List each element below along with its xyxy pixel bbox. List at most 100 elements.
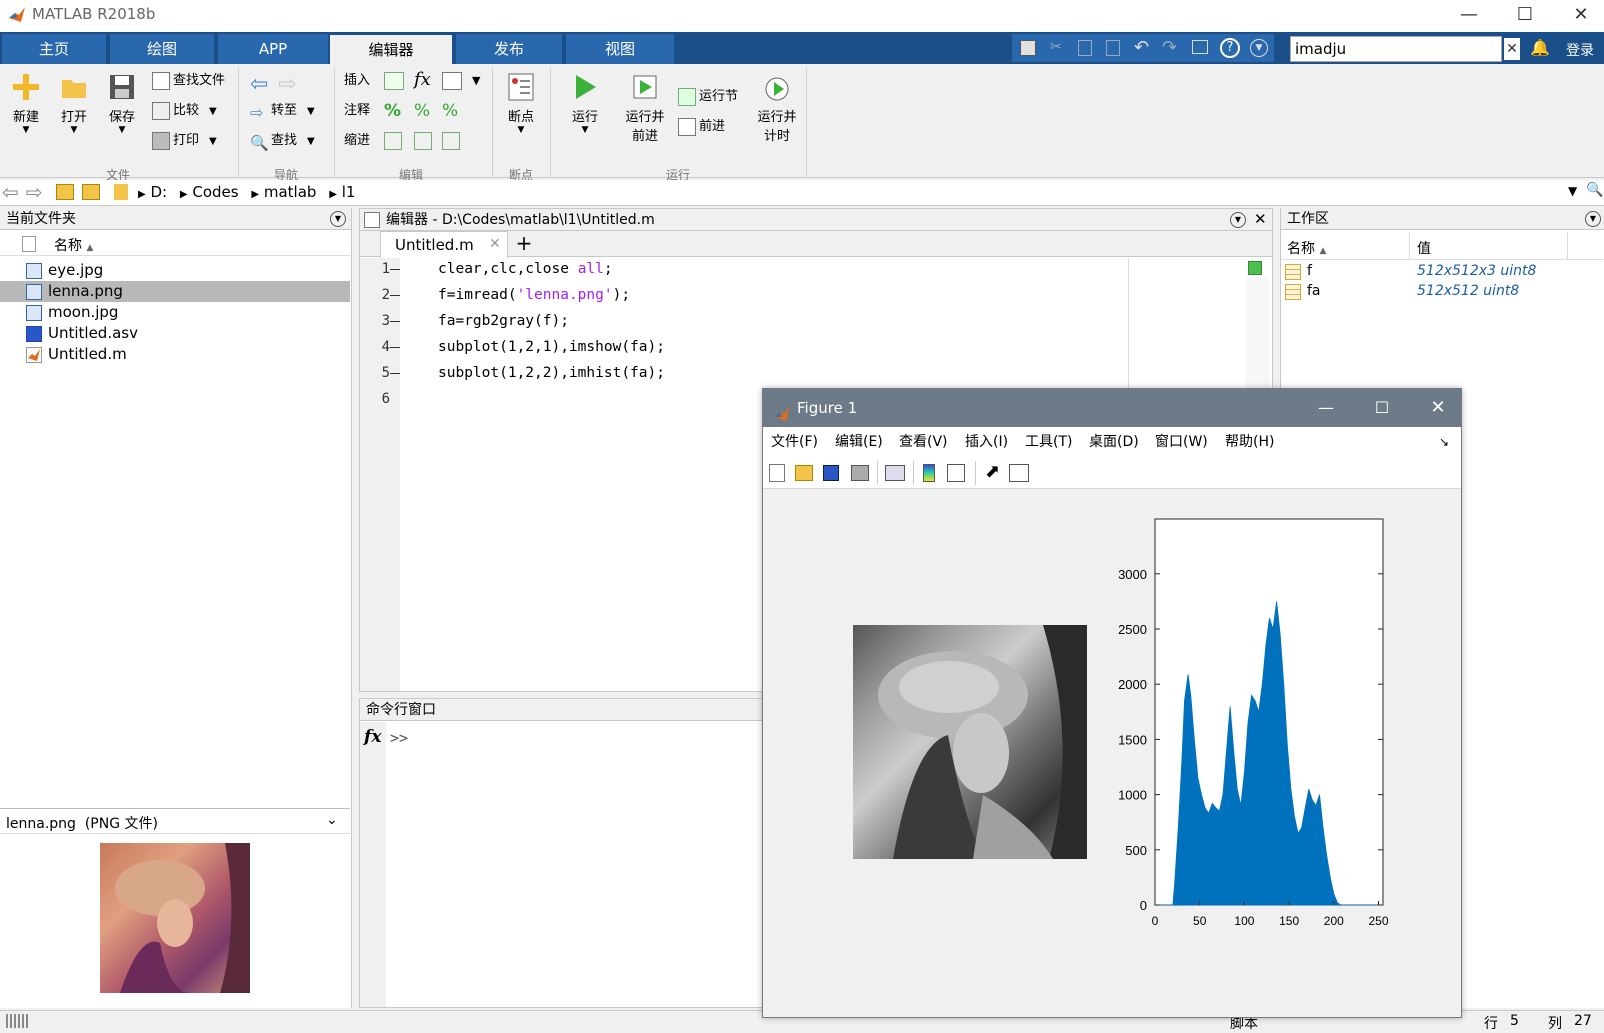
open-button[interactable]: 打开 ▼: [54, 72, 94, 135]
menu-window[interactable]: 窗口(W): [1155, 427, 1208, 457]
breadcrumb-matlab[interactable]: matlab: [264, 183, 317, 201]
close-icon[interactable]: ✕: [1254, 210, 1267, 228]
code-line[interactable]: fa=rgb2gray(f);: [438, 313, 569, 329]
percent-icon[interactable]: %: [384, 101, 401, 121]
smart-indent-icon[interactable]: [384, 132, 402, 150]
minimize-button[interactable]: —: [1303, 389, 1349, 427]
new-button[interactable]: 新建 ▼: [6, 72, 46, 135]
run-and-time-button[interactable]: 运行并 计时: [752, 72, 802, 144]
code-line[interactable]: clear,clc,close all;: [438, 261, 613, 277]
list-item[interactable]: lenna.png: [26, 281, 123, 302]
browse-folder-icon[interactable]: [82, 184, 100, 200]
table-row[interactable]: f 512x512x3 uint8: [1281, 262, 1603, 282]
search-documentation-input[interactable]: imadju: [1290, 36, 1502, 62]
insert-button[interactable]: 插入: [344, 70, 370, 92]
name-column-header[interactable]: 名称 ▲: [1287, 238, 1407, 258]
tab-editor[interactable]: 编辑器: [330, 35, 452, 64]
find-files-button[interactable]: 查找文件: [152, 70, 225, 92]
clear-search-icon[interactable]: ✕: [1504, 38, 1520, 60]
pointer-icon[interactable]: ⬈: [985, 461, 1000, 482]
figure-window[interactable]: Figure 1 — ☐ ✕ 文件(F) 编辑(E) 查看(V) 插入(I) 工…: [762, 388, 1462, 1018]
back-nav-icon[interactable]: ⇦: [250, 72, 268, 97]
cut-icon[interactable]: ✂: [1050, 39, 1062, 55]
list-item[interactable]: Untitled.m: [26, 344, 127, 365]
file-details-header[interactable]: lenna.png (PNG 文件) ⌄: [0, 808, 350, 834]
menu-view[interactable]: 查看(V): [899, 427, 948, 457]
open-file-icon[interactable]: [795, 465, 813, 481]
code-line[interactable]: subplot(1,2,1),imshow(fa);: [438, 339, 665, 355]
login-link[interactable]: 登录: [1566, 40, 1594, 60]
tab-apps[interactable]: APP: [218, 34, 328, 64]
chevron-down-icon[interactable]: ▼: [1250, 39, 1268, 57]
new-tab-button[interactable]: +: [510, 231, 538, 257]
insert-section-icon[interactable]: [384, 72, 404, 90]
goto-button[interactable]: ⇨ 转至 ▼: [250, 100, 315, 122]
command-input[interactable]: [416, 725, 736, 749]
run-section-button[interactable]: 运行节: [678, 86, 738, 108]
forward-nav-icon[interactable]: ⇨: [278, 72, 296, 97]
chevron-down-icon[interactable]: ▼: [472, 74, 480, 87]
link-plot-icon[interactable]: [885, 465, 905, 481]
legend-icon[interactable]: [947, 464, 965, 482]
close-button[interactable]: ✕: [1415, 389, 1461, 427]
list-item[interactable]: eye.jpg: [26, 260, 103, 281]
print-button[interactable]: 打印 ▼: [152, 130, 217, 152]
back-icon[interactable]: ⇦: [2, 180, 19, 204]
code-line[interactable]: subplot(1,2,2),imhist(fa);: [438, 365, 665, 381]
find-button[interactable]: 🔍 查找 ▼: [250, 130, 315, 152]
run-button[interactable]: 运行 ▼: [564, 72, 606, 135]
panel-menu-icon[interactable]: ▼: [1585, 211, 1601, 227]
run-and-advance-button[interactable]: 运行并 前进: [620, 72, 670, 144]
maximize-button[interactable]: ☐: [1502, 0, 1548, 32]
tab-publish[interactable]: 发布: [456, 34, 562, 64]
breadcrumb-l1[interactable]: l1: [342, 183, 356, 201]
breadcrumb-codes[interactable]: Codes: [192, 183, 238, 201]
search-icon[interactable]: 🔍: [1586, 182, 1603, 198]
copy-icon[interactable]: [1078, 40, 1092, 56]
tab-plots[interactable]: 绘图: [110, 34, 214, 64]
list-item[interactable]: moon.jpg: [26, 302, 118, 323]
breakpoints-button[interactable]: 断点 ▼: [500, 72, 542, 135]
dock-arrow-icon[interactable]: ↘: [1439, 427, 1449, 457]
switch-windows-icon[interactable]: [1192, 40, 1208, 54]
value-column-header[interactable]: 值: [1417, 238, 1431, 258]
new-figure-icon[interactable]: [769, 464, 785, 482]
code-line[interactable]: f=imread('lenna.png');: [438, 287, 630, 303]
undo-icon[interactable]: ↶: [1134, 37, 1149, 58]
insert-function-icon[interactable]: [442, 72, 462, 90]
chevron-down-icon[interactable]: ⌄: [326, 812, 338, 828]
close-button[interactable]: ✕: [1558, 0, 1604, 32]
chevron-down-icon[interactable]: ▼: [1568, 184, 1577, 198]
table-row[interactable]: fa 512x512 uint8: [1281, 282, 1603, 302]
fx-icon[interactable]: fx: [364, 727, 381, 747]
indent-button[interactable]: 缩进: [344, 130, 370, 152]
panel-menu-icon[interactable]: ▼: [330, 211, 346, 227]
menu-tools[interactable]: 工具(T): [1025, 427, 1072, 457]
compare-button[interactable]: 比较 ▼: [152, 100, 217, 122]
save-figure-icon[interactable]: [823, 465, 839, 481]
save-button[interactable]: 保存 ▼: [102, 72, 142, 135]
wrap-comment-icon[interactable]: %: [442, 101, 458, 121]
print-figure-icon[interactable]: [851, 465, 869, 481]
help-icon[interactable]: ?: [1220, 38, 1240, 58]
menu-insert[interactable]: 插入(I): [965, 427, 1008, 457]
colorbar-icon[interactable]: [923, 464, 935, 482]
advance-button[interactable]: 前进: [678, 116, 725, 138]
forward-icon[interactable]: ⇨: [26, 180, 43, 204]
menu-file[interactable]: 文件(F): [771, 427, 818, 457]
editor-tab[interactable]: Untitled.m ✕: [380, 231, 508, 258]
decrease-indent-icon[interactable]: [442, 132, 460, 150]
breadcrumb-drive[interactable]: D:: [150, 183, 167, 201]
redo-icon[interactable]: ↷: [1162, 37, 1177, 58]
panel-menu-icon[interactable]: ▼: [1230, 212, 1246, 228]
comment-button[interactable]: 注释: [344, 100, 370, 122]
tab-view[interactable]: 视图: [566, 34, 674, 64]
uncomment-icon[interactable]: %: [414, 101, 430, 121]
bell-icon[interactable]: 🔔: [1530, 38, 1550, 57]
list-item[interactable]: Untitled.asv: [26, 323, 138, 344]
paste-icon[interactable]: [1106, 40, 1120, 56]
close-tab-icon[interactable]: ✕: [489, 236, 501, 252]
save-icon[interactable]: [1020, 40, 1036, 56]
maximize-button[interactable]: ☐: [1359, 389, 1405, 427]
file-column-header[interactable]: 名称 ▲: [0, 232, 350, 256]
